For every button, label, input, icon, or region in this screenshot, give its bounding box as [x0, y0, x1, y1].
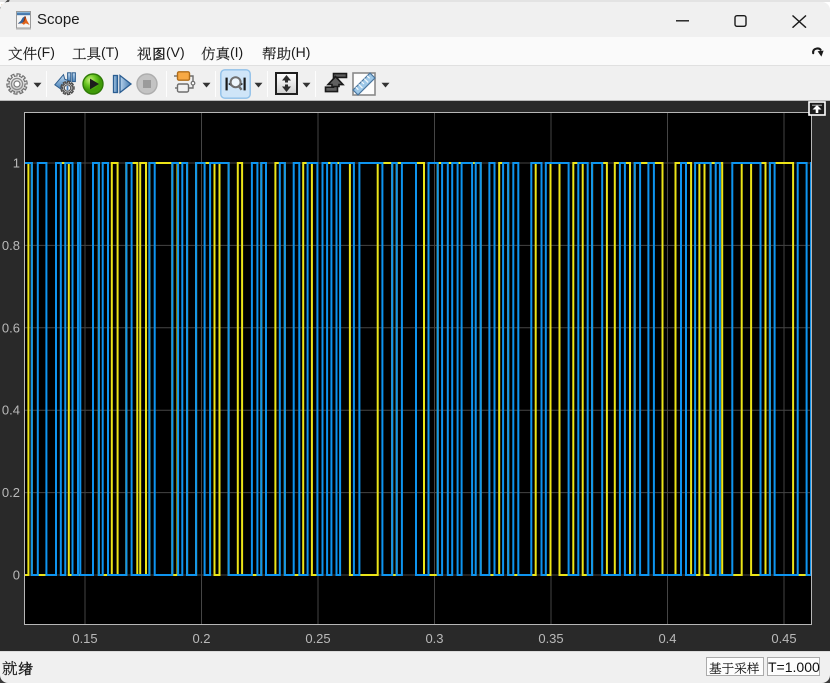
svg-text:0.2: 0.2 — [192, 631, 210, 646]
svg-text:0.2: 0.2 — [2, 485, 20, 500]
svg-text:0.4: 0.4 — [658, 631, 676, 646]
svg-text:0.35: 0.35 — [538, 631, 563, 646]
svg-text:0.4: 0.4 — [2, 403, 20, 418]
svg-text:0.3: 0.3 — [425, 631, 443, 646]
svg-text:0.45: 0.45 — [771, 631, 796, 646]
svg-text:0.25: 0.25 — [305, 631, 330, 646]
svg-text:0.6: 0.6 — [2, 320, 20, 335]
svg-text:0: 0 — [13, 568, 20, 583]
svg-text:0.8: 0.8 — [2, 238, 20, 253]
svg-text:1: 1 — [13, 156, 20, 171]
svg-text:0.15: 0.15 — [72, 631, 97, 646]
